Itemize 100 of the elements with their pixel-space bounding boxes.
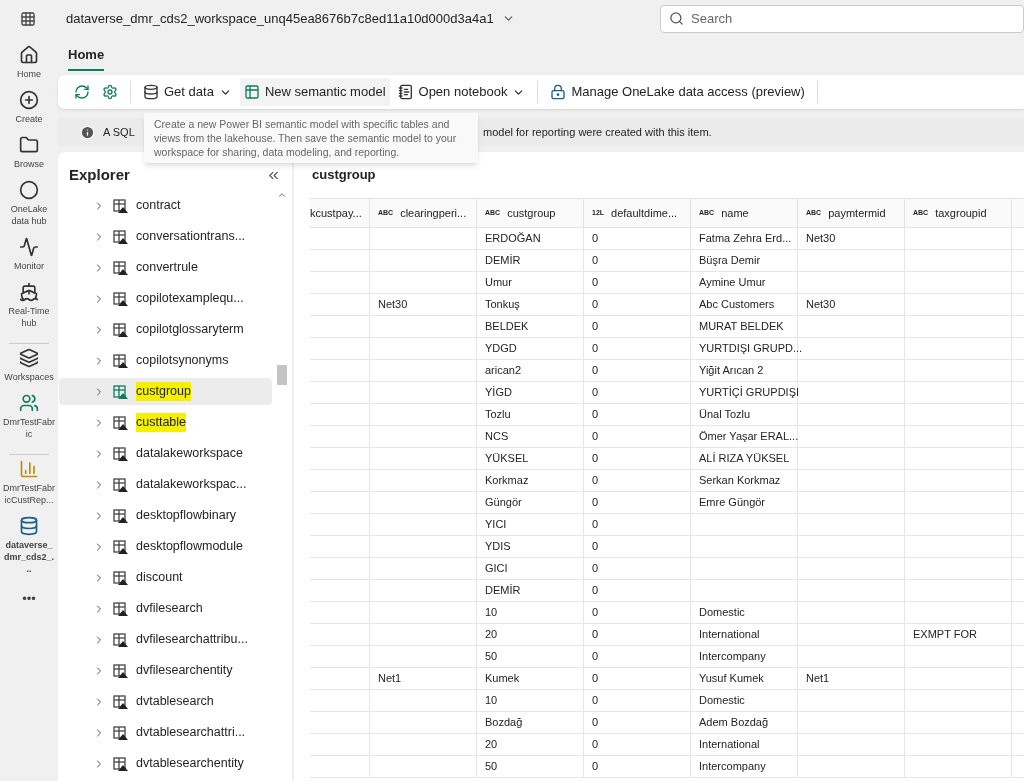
app-launcher-icon[interactable] — [20, 10, 36, 27]
settings-icon — [102, 84, 118, 100]
table-cell-text: 0 — [592, 473, 599, 489]
table-item[interactable]: dvtablesearchentity — [59, 750, 272, 777]
nav-label[interactable]: Monitor — [3, 260, 55, 272]
table-cell-text: 20 — [485, 737, 498, 753]
nav-label[interactable]: Home — [3, 68, 55, 80]
column-header[interactable]: kcustpay... — [310, 199, 370, 227]
table-cell-text: YICI — [485, 517, 507, 533]
table-cell-text: YURTDIŞI GRUPD... — [699, 341, 803, 357]
table-icon — [113, 321, 129, 338]
notebook-icon — [397, 84, 414, 100]
table-item[interactable]: dvfilesearchentity — [59, 657, 272, 684]
table-item[interactable]: copilotglossaryterm — [59, 316, 272, 343]
tooltip: Create a new Power BI semantic model with specific tables and views from the lakehouse. Then save the semantic model to your workspace for sharing, data modeling, and reporting. — [144, 113, 478, 163]
scrollbar-thumb[interactable] — [277, 365, 287, 385]
workspaces-icon[interactable] — [19, 348, 39, 368]
table-item[interactable]: dvtablesearchattri... — [59, 719, 272, 746]
search-field[interactable]: Search — [660, 4, 1024, 33]
table-item[interactable]: desktopflowbinary — [59, 502, 272, 529]
table-item[interactable]: custgroup — [59, 378, 272, 405]
table-cell-text: YURTİÇİ GRUPDIŞI — [699, 385, 800, 401]
table-cell-text: Tozlu — [485, 407, 511, 423]
table-item[interactable]: datalakeworkspac... — [59, 471, 272, 498]
table-cell-text: 0 — [592, 649, 599, 665]
nav-label[interactable]: OneLake data hub — [3, 203, 55, 227]
table-item[interactable]: dvtablesearch — [59, 688, 272, 715]
table-cell-text: 0 — [592, 759, 599, 775]
nav-label[interactable]: dataverse_dmr_cds2_... — [3, 539, 55, 575]
more-button[interactable]: ••• — [22, 589, 36, 609]
toolbar-button[interactable]: Get data — [139, 78, 236, 106]
column-label: name — [721, 205, 749, 221]
table-item[interactable]: datalakeworkspace — [59, 440, 272, 467]
table-cell-text: 0 — [592, 671, 599, 687]
table-item[interactable]: copilotexamplequ... — [59, 285, 272, 312]
table-cell-text: 50 — [485, 759, 498, 775]
table-cell-text: YÜKSEL — [485, 451, 529, 467]
table-icon — [113, 352, 129, 369]
table-item[interactable]: dvfilesearchattribu... — [59, 626, 272, 653]
boat-icon[interactable] — [19, 282, 39, 302]
info-message: model for reporting were created with this item. — [483, 124, 712, 140]
table-item[interactable]: dvfilesearch — [59, 595, 272, 622]
nav-label[interactable]: DmrTestFabricCustRep... — [3, 482, 55, 506]
lakehouse-icon[interactable] — [19, 516, 39, 536]
scroll-up-icon[interactable] — [277, 190, 287, 200]
monitor-icon[interactable] — [19, 237, 39, 257]
tab[interactable]: Home — [68, 44, 105, 71]
table-cell-text: International — [699, 627, 760, 643]
nav-label[interactable]: DmrTestFabric — [3, 416, 55, 440]
nav-label[interactable]: Real-Time hub — [3, 305, 55, 329]
table-icon — [113, 631, 129, 648]
table-cell-text: 0 — [592, 297, 599, 313]
folder-icon[interactable] — [19, 135, 39, 155]
home-icon[interactable] — [19, 45, 39, 65]
table-cell-text: BELDEK — [485, 319, 529, 335]
nav-label[interactable]: Browse — [3, 158, 55, 170]
table-cell-text: Net30 — [806, 231, 836, 247]
table-cell-text: DEMİR — [485, 583, 521, 599]
toolbar-button[interactable]: Open notebook — [393, 78, 530, 106]
toolbar-button[interactable]: Manage OneLake data access (preview) — [546, 78, 809, 106]
table-cell-text: ALİ RIZA YÜKSEL — [699, 451, 790, 467]
people-icon[interactable] — [19, 393, 39, 413]
column-label: kcustpay... — [310, 205, 362, 221]
table-item[interactable]: desktopflowmodule — [59, 533, 272, 560]
table-cell-text: DEMİR — [485, 253, 521, 269]
table-title: custgroup — [312, 166, 376, 185]
table-icon — [113, 724, 129, 741]
nav-label[interactable]: Create — [3, 113, 55, 125]
refresh-icon — [74, 84, 90, 100]
table-item[interactable]: conversationtrans... — [59, 223, 272, 250]
column-label: custgroup — [507, 205, 556, 221]
toolbar-button[interactable]: New semantic model — [239, 78, 390, 106]
table-item[interactable]: custtable — [59, 409, 272, 436]
plus-icon[interactable] — [19, 90, 39, 110]
table-icon — [113, 228, 129, 245]
table-cell-text: 0 — [592, 253, 599, 269]
workspace-name[interactable]: dataverse_dmr_cds2_workspace_unq45ea8676b7c8ed11a10d000d3a4a1 — [66, 8, 494, 29]
bar-chart-icon[interactable] — [19, 459, 39, 479]
table-cell-text: Umur — [485, 275, 512, 291]
table-item[interactable]: copilotsynonyms — [59, 347, 272, 374]
column-label: clearingperi... — [400, 205, 467, 221]
table-cell-text: Abc Customers — [699, 297, 775, 313]
table-item[interactable]: discount — [59, 564, 272, 591]
table-cell-text: 0 — [592, 583, 599, 599]
table-cell-text: 0 — [592, 715, 599, 731]
table-cell-text: Ömer Yaşar ERAL... — [699, 429, 799, 445]
table-cell-text: Intercompany — [699, 649, 766, 665]
column-label: paymtermid — [828, 205, 886, 221]
table-cell-text: Büşra Demir — [699, 253, 761, 269]
table-cell-text: Yusuf Kumek — [699, 671, 764, 687]
table-cell-text: 0 — [592, 407, 599, 423]
table-item[interactable]: contract — [59, 192, 272, 219]
table-item[interactable]: convertrule — [59, 254, 272, 281]
nav-label[interactable]: Workspaces — [3, 371, 55, 383]
table-icon — [113, 693, 129, 710]
table-cell-text: YDGD — [485, 341, 517, 357]
table-cell-text: 0 — [592, 495, 599, 511]
table-cell-text: 0 — [592, 693, 599, 709]
table-cell-text: Intercompany — [699, 759, 766, 775]
table-icon — [113, 290, 129, 307]
